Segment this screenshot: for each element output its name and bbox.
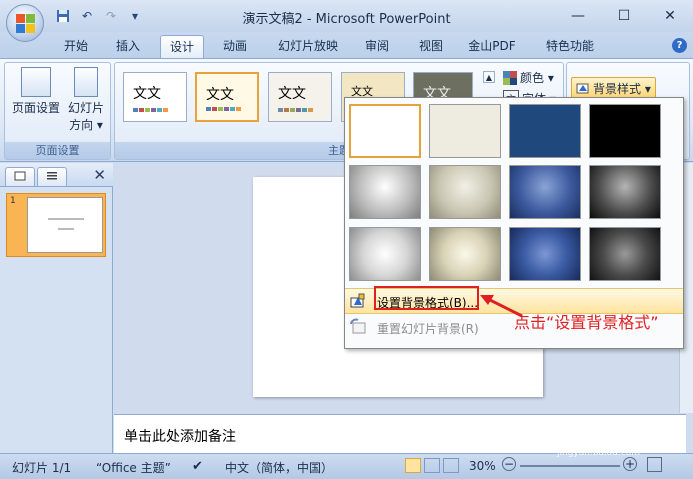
page-setup-group-label: 页面设置 bbox=[5, 142, 110, 159]
tab-slideshow[interactable]: 幻灯片放映 bbox=[268, 35, 348, 58]
zoom-level[interactable]: 30% bbox=[469, 459, 496, 473]
bg-style-11[interactable] bbox=[509, 227, 581, 281]
title-bar: ↶ ↷ ▾ 演示文稿2 - Microsoft PowerPoint — ☐ ✕ bbox=[0, 0, 693, 32]
ribbon-tabs: 开始 插入 设计 动画 幻灯片放映 审阅 视图 金山PDF 特色功能 ? bbox=[0, 32, 693, 58]
bg-style-5[interactable] bbox=[349, 165, 421, 219]
slide-sorter-icon[interactable] bbox=[424, 458, 440, 473]
tab-home[interactable]: 开始 bbox=[55, 35, 97, 58]
theme-colors-button[interactable]: 颜色 ▾ bbox=[503, 69, 554, 86]
office-logo-icon bbox=[16, 14, 36, 34]
colors-icon bbox=[503, 70, 517, 85]
background-styles-icon bbox=[576, 83, 589, 94]
slides-pane: ✕ 1 bbox=[0, 163, 113, 453]
normal-view-icon[interactable] bbox=[405, 458, 421, 473]
tab-view[interactable]: 视图 bbox=[410, 35, 452, 58]
slide-orientation-button[interactable]: 幻灯片 方向 ▾ bbox=[63, 67, 109, 134]
minimize-button[interactable]: — bbox=[555, 0, 601, 32]
theme-3[interactable]: 文文 bbox=[268, 72, 332, 122]
outline-tab[interactable] bbox=[37, 167, 67, 186]
orientation-icon bbox=[74, 67, 98, 97]
zoom-slider[interactable] bbox=[520, 465, 620, 467]
notes-placeholder: 单击此处添加备注 bbox=[124, 429, 236, 445]
annotation-text: 点击“设置背景格式” bbox=[514, 313, 659, 332]
tab-kingsoft-pdf[interactable]: 金山PDF bbox=[462, 35, 522, 58]
background-styles-button[interactable]: 背景样式 ▾ bbox=[571, 77, 656, 99]
zoom-out-icon[interactable]: − bbox=[502, 457, 516, 471]
maximize-button[interactable]: ☐ bbox=[601, 0, 647, 32]
window-controls: — ☐ ✕ bbox=[555, 0, 693, 32]
theme-name: “Office 主题” bbox=[96, 461, 171, 475]
bg-style-10[interactable] bbox=[429, 227, 501, 281]
slide-thumbnail[interactable]: 1 bbox=[6, 193, 106, 257]
slide-counter: 幻灯片 1/1 bbox=[12, 461, 72, 475]
bg-style-8[interactable] bbox=[589, 165, 661, 219]
watermark-url: jingyan.baidu.com bbox=[557, 448, 641, 458]
slides-tab[interactable] bbox=[5, 167, 35, 186]
bg-style-9[interactable] bbox=[349, 227, 421, 281]
tab-review[interactable]: 审阅 bbox=[356, 35, 398, 58]
bg-style-3[interactable] bbox=[509, 104, 581, 158]
close-button[interactable]: ✕ bbox=[647, 0, 693, 32]
orientation-label-1: 幻灯片 bbox=[67, 101, 104, 115]
close-pane-icon[interactable]: ✕ bbox=[93, 166, 106, 184]
bg-style-6[interactable] bbox=[429, 165, 501, 219]
theme-selected[interactable]: 文文 bbox=[195, 72, 259, 122]
format-background-icon bbox=[350, 293, 365, 308]
tab-special-features[interactable]: 特色功能 bbox=[536, 35, 604, 58]
fit-to-window-icon[interactable] bbox=[647, 457, 662, 472]
background-styles-label: 背景样式 ▾ bbox=[593, 81, 651, 96]
pane-tabs: ✕ bbox=[0, 163, 113, 187]
bg-style-2[interactable] bbox=[429, 104, 501, 158]
theme-preview-text: 文文 bbox=[133, 86, 161, 102]
themes-scroll-up[interactable]: ▲ bbox=[483, 71, 495, 83]
office-button[interactable] bbox=[6, 4, 44, 42]
page-setup-group: 页面设置 幻灯片 方向 ▾ 页面设置 bbox=[4, 62, 111, 160]
page-setup-icon bbox=[21, 67, 51, 97]
theme-office[interactable]: 文文 bbox=[123, 72, 187, 122]
bg-style-12[interactable] bbox=[589, 227, 661, 281]
reset-background-icon bbox=[350, 318, 366, 334]
page-setup-label: 页面设置 bbox=[11, 101, 60, 115]
annotation-highlight-box bbox=[374, 286, 479, 310]
slideshow-view-icon[interactable] bbox=[443, 458, 459, 473]
slide-thumbnail-number: 1 bbox=[10, 196, 16, 206]
bg-style-4[interactable] bbox=[589, 104, 661, 158]
tab-insert[interactable]: 插入 bbox=[107, 35, 149, 58]
bg-style-1[interactable] bbox=[349, 104, 421, 158]
language-status: 中文（简体，中国） bbox=[225, 461, 334, 475]
view-buttons bbox=[405, 458, 459, 473]
page-setup-button[interactable]: 页面设置 bbox=[9, 67, 63, 117]
zoom-in-icon[interactable]: + bbox=[623, 457, 637, 471]
orientation-label-2: 方向 ▾ bbox=[69, 118, 103, 132]
bg-style-7[interactable] bbox=[509, 165, 581, 219]
theme-preview-text: 文文 bbox=[206, 87, 234, 103]
reset-background-label: 重置幻灯片背景(R) bbox=[377, 322, 479, 336]
tab-animations[interactable]: 动画 bbox=[214, 35, 256, 58]
help-icon[interactable]: ? bbox=[672, 38, 687, 53]
tab-design[interactable]: 设计 bbox=[160, 35, 204, 58]
spell-check-icon[interactable]: ✔ bbox=[192, 459, 203, 474]
theme-preview-text: 文文 bbox=[278, 86, 306, 102]
theme-colors-label: 颜色 ▾ bbox=[520, 71, 554, 85]
slide-thumbnail-preview bbox=[27, 197, 103, 253]
